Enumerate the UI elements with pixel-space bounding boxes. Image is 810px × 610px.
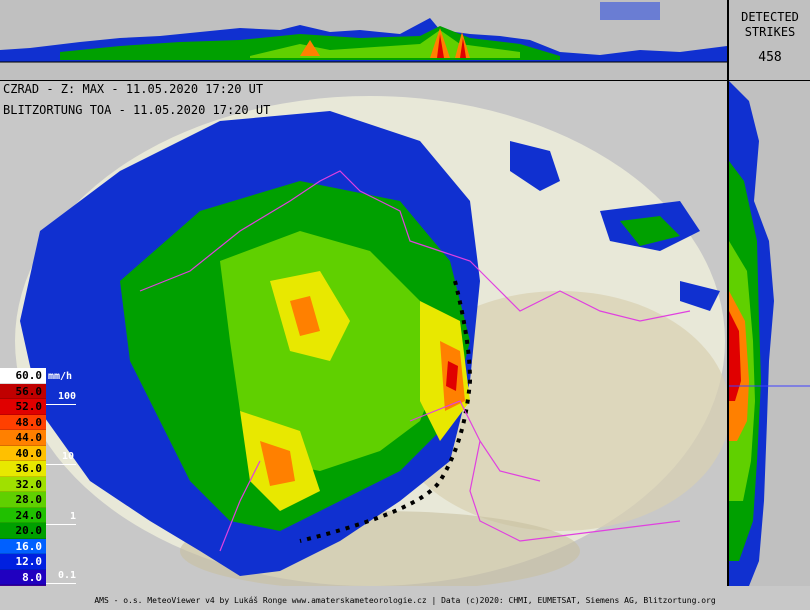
legend-entry: 56.0: [0, 383, 46, 399]
legend-entry: 12.0: [0, 554, 46, 570]
rate-label-100: 100: [58, 391, 77, 402]
legend-entry: 16.0: [0, 538, 46, 554]
legend-entry: 32.0: [0, 476, 46, 492]
legend-entry: 20.0: [0, 523, 46, 539]
rate-tick: [46, 404, 76, 405]
legend-entry: 40.0: [0, 445, 46, 461]
top-profile-graphic: [0, 2, 727, 63]
legend-entry: 4.0: [0, 585, 46, 586]
radar-composite-graphic: [15, 96, 727, 586]
footer-credit: AMS - o.s. MeteoViewer v4 by Lukáš Ronge…: [0, 592, 810, 610]
legend-entry: 60.0: [0, 368, 46, 384]
legend-entry: 36.0: [0, 461, 46, 477]
legend-entry: 8.0: [0, 569, 46, 585]
radar-map: CZRAD - Z: MAX - 11.05.2020 17:20 UT BLI…: [0, 81, 728, 586]
legend-entry: 52.0: [0, 399, 46, 415]
rate-label-10: 10: [62, 451, 75, 462]
detected-strikes-count: 458: [758, 50, 782, 65]
legend-entry: 48.0: [0, 414, 46, 430]
legend-unit: mm/h: [48, 371, 73, 382]
side-reflectivity-profile: [728, 81, 810, 586]
legend-entry: 44.0: [0, 430, 46, 446]
top-reflectivity-profile: [0, 0, 728, 81]
rate-label-0-1: 0.1: [58, 570, 77, 581]
radar-timestamp-line: CZRAD - Z: MAX - 11.05.2020 17:20 UT: [3, 82, 264, 96]
legend-entry: 24.0: [0, 507, 46, 523]
detected-strikes-label: DETECTED STRIKES: [741, 10, 799, 39]
detected-strikes-box: DETECTED STRIKES 458: [728, 0, 810, 81]
rate-tick: [46, 524, 76, 525]
rate-tick: [46, 464, 76, 465]
color-legend: 60.0 56.0 52.0 48.0 44.0 40.0 36.0 32.0 28.0 24.0…: [0, 368, 46, 586]
side-profile-graphic: [729, 81, 810, 586]
rate-tick: [46, 583, 76, 584]
legend-entry: 28.0: [0, 492, 46, 508]
rate-label-1: 1: [70, 511, 77, 522]
lightning-timestamp-line: BLITZORTUNG TOA - 11.05.2020 17:20 UT: [3, 103, 271, 117]
